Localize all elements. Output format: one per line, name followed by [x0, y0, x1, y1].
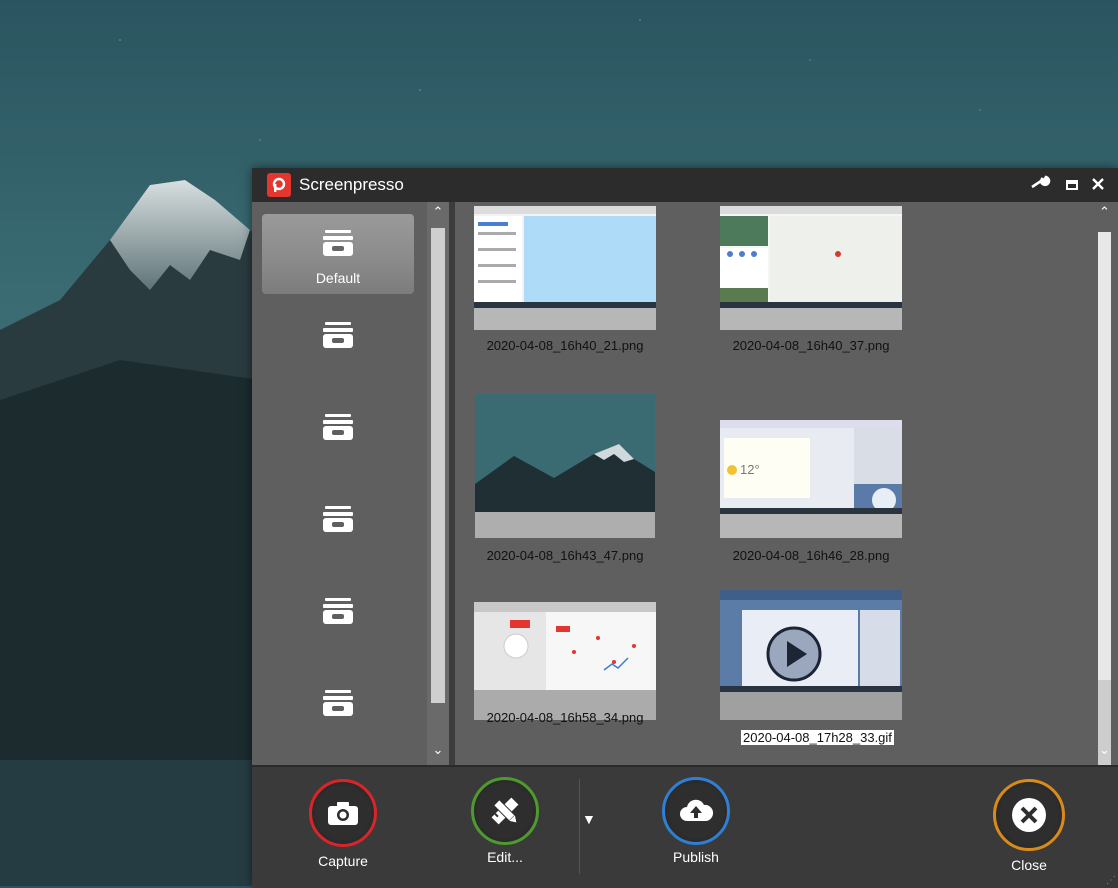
file-grid: 2020-04-08_16h40_21.png 2020-04-08_16h40…: [455, 202, 1091, 765]
file-tile[interactable]: 2020-04-08_16h58_34.png: [455, 590, 675, 725]
folder-label: Default: [315, 270, 361, 286]
app-title: Screenpresso: [299, 175, 404, 194]
folder-item[interactable]: [262, 490, 414, 570]
play-icon[interactable]: [766, 626, 822, 682]
edit-label: Edit...: [487, 849, 523, 865]
file-grid-scrollbar[interactable]: ⌃ ⌄: [1091, 202, 1118, 775]
svg-text:12°: 12°: [740, 462, 760, 477]
file-thumbnail: [474, 206, 656, 330]
action-toolbar: Capture Edit... ▼ Publish Close ⋰: [252, 765, 1118, 888]
folder-item[interactable]: [262, 398, 414, 478]
close-label: Close: [1011, 857, 1047, 873]
close-window-icon[interactable]: [1092, 177, 1104, 195]
close-x-icon: [1012, 798, 1046, 832]
app-logo-icon: [267, 173, 291, 197]
file-thumbnail: [720, 206, 902, 330]
sidebar-scrollbar[interactable]: ⌃ ⌄: [427, 202, 449, 765]
file-name-selected[interactable]: 2020-04-08_17h28_33.gif: [741, 730, 894, 745]
folder-item[interactable]: [262, 582, 414, 662]
file-name: 2020-04-08_16h40_37.png: [732, 338, 890, 353]
folder-sidebar: Default: [252, 202, 427, 765]
sidebar-scroll-thumb[interactable]: [431, 228, 445, 703]
edit-ring: [471, 777, 539, 845]
file-tile[interactable]: 12° 2020-04-08_16h46_28.png: [701, 394, 921, 563]
titlebar[interactable]: Screenpresso: [252, 168, 1118, 202]
capture-ring: [309, 779, 377, 847]
file-thumbnail: [474, 602, 656, 720]
scroll-thumb[interactable]: [1098, 680, 1111, 775]
folder-item[interactable]: [262, 674, 414, 754]
folder-item[interactable]: [262, 306, 414, 386]
edit-button[interactable]: Edit...: [471, 777, 539, 865]
scroll-up-icon[interactable]: ⌃: [427, 204, 449, 220]
file-thumbnail: 12°: [720, 420, 902, 538]
drawer-icon: [323, 230, 353, 256]
drawer-icon: [323, 690, 353, 716]
camera-icon: [328, 802, 358, 825]
folder-default[interactable]: Default: [262, 214, 414, 294]
file-tile[interactable]: 2020-04-08_16h40_21.png: [455, 202, 675, 353]
scroll-up-icon[interactable]: ⌃: [1091, 204, 1118, 220]
drawer-icon: [323, 414, 353, 440]
file-name: 2020-04-08_16h43_47.png: [486, 548, 644, 563]
screenpresso-window: Screenpresso Default ⌃ ⌄ 2020-04-08_16h4…: [252, 168, 1118, 888]
file-tile[interactable]: 2020-04-08_17h28_33.gif: [701, 590, 921, 745]
close-button[interactable]: Close: [992, 779, 1066, 873]
maximize-icon[interactable]: [1066, 177, 1078, 195]
ruler-pencil-icon: [491, 797, 519, 825]
file-name: 2020-04-08_16h46_28.png: [732, 548, 890, 563]
publish-label: Publish: [673, 849, 719, 865]
file-name: 2020-04-08_16h40_21.png: [486, 338, 644, 353]
scroll-down-icon[interactable]: ⌄: [1091, 742, 1118, 758]
capture-button[interactable]: Capture: [309, 779, 377, 869]
capture-label: Capture: [318, 853, 368, 869]
wrench-icon[interactable]: [1030, 175, 1052, 196]
close-ring: [993, 779, 1065, 851]
drawer-icon: [323, 506, 353, 532]
file-name: 2020-04-08_16h58_34.png: [486, 710, 644, 725]
file-thumbnail: [475, 394, 655, 538]
cloud-upload-icon: [680, 799, 714, 821]
resize-grip-icon[interactable]: ⋰: [1106, 875, 1116, 886]
scroll-down-icon[interactable]: ⌄: [427, 742, 449, 758]
scroll-track[interactable]: [1098, 232, 1111, 732]
drawer-icon: [323, 322, 353, 348]
drawer-icon: [323, 598, 353, 624]
edit-dropdown-icon[interactable]: ▼: [582, 811, 596, 827]
file-tile[interactable]: 2020-04-08_16h40_37.png: [701, 202, 921, 353]
file-tile[interactable]: 2020-04-08_16h43_47.png: [455, 394, 675, 563]
toolbar-divider: [579, 779, 580, 874]
publish-ring: [662, 777, 730, 845]
publish-button[interactable]: Publish: [662, 777, 730, 865]
